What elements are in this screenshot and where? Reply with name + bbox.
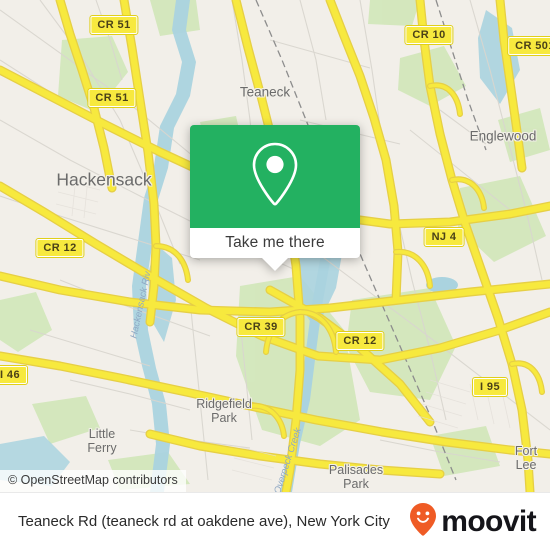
highway-shield-cr-39[interactable]: CR 39 xyxy=(236,317,286,337)
highway-shield-cr-51-north[interactable]: CR 51 xyxy=(89,15,139,35)
highway-shield-cr-12-west[interactable]: CR 12 xyxy=(35,238,85,258)
highway-shield-nj-4[interactable]: NJ 4 xyxy=(423,227,465,247)
popup-header xyxy=(190,125,360,228)
highway-shield-cr-10[interactable]: CR 10 xyxy=(404,25,454,45)
take-me-there-label: Take me there xyxy=(225,234,325,251)
highway-shield-i-95[interactable]: I 95 xyxy=(472,377,508,397)
highway-shield-cr-51-south[interactable]: CR 51 xyxy=(87,88,137,108)
footer-bar: Teaneck Rd (teaneck rd at oakdene ave), … xyxy=(0,492,550,550)
moovit-logo[interactable]: moovit xyxy=(408,502,537,541)
highway-shield-i-46[interactable]: I 46 xyxy=(0,365,28,385)
location-popup-card[interactable]: Take me there xyxy=(190,125,360,271)
map-pin-icon xyxy=(246,139,304,214)
popup-pointer-tail xyxy=(262,258,288,271)
map-screen: Teaneck Hackensack Englewood Ridgefield … xyxy=(0,0,550,550)
moovit-wordmark: moovit xyxy=(441,504,536,538)
location-title: Teaneck Rd (teaneck rd at oakdene ave), … xyxy=(18,513,390,530)
moovit-smiley-pin-icon xyxy=(408,502,438,541)
highway-shield-cr-12-east[interactable]: CR 12 xyxy=(335,331,385,351)
take-me-there-button[interactable]: Take me there xyxy=(190,228,360,271)
osm-attribution[interactable]: © OpenStreetMap contributors xyxy=(0,470,186,492)
highway-shield-cr-501[interactable]: CR 501 xyxy=(507,36,550,56)
